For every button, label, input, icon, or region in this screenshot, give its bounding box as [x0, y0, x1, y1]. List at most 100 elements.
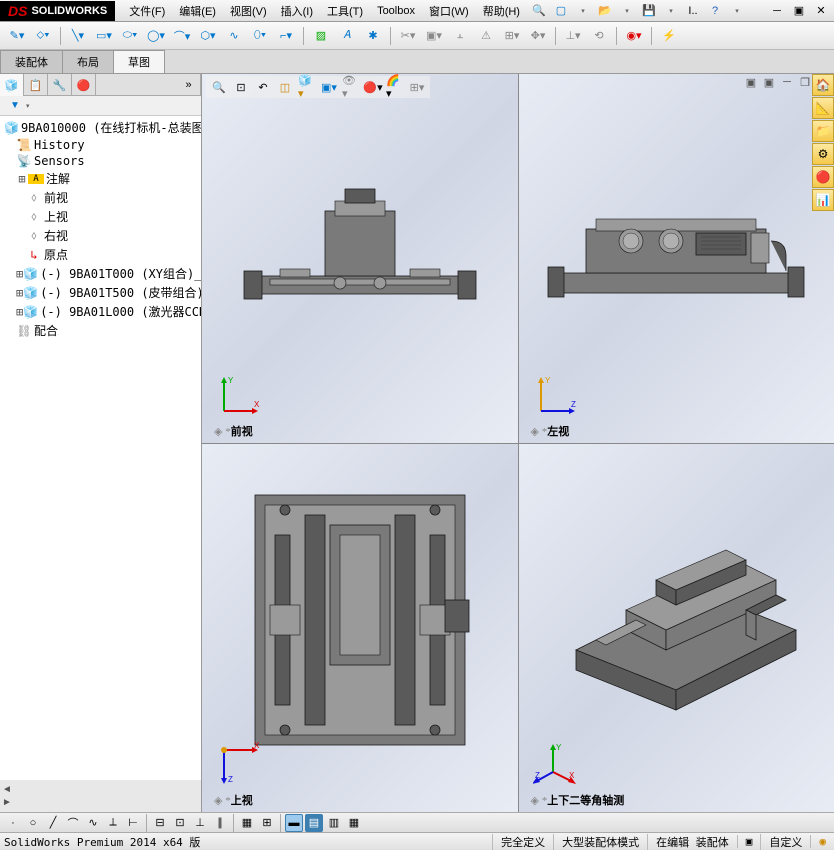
- viewport-top[interactable]: XZ 上视: [202, 444, 518, 813]
- line-icon[interactable]: ╲▾: [67, 25, 89, 47]
- expand-icon[interactable]: ⊞: [16, 305, 23, 319]
- tree-plane-front[interactable]: ⬨ 前视: [2, 188, 199, 207]
- plane-icon[interactable]: ▨: [310, 25, 332, 47]
- tree-root[interactable]: 🧊 9BA010000 (在线打标机-总装图): [2, 118, 199, 137]
- view-orient-icon[interactable]: 🧊▾: [298, 78, 316, 96]
- new-doc-icon[interactable]: ▢: [554, 4, 568, 17]
- mirror-icon[interactable]: ⚠: [475, 25, 497, 47]
- minimize-button[interactable]: ─: [770, 5, 784, 17]
- line-tool-icon[interactable]: ╱: [44, 814, 62, 832]
- text-icon[interactable]: 𝐴: [336, 25, 358, 47]
- tree-origin[interactable]: ↳ 原点: [2, 245, 199, 264]
- tree-mates[interactable]: ⛓ 配合: [2, 321, 199, 340]
- menu-file[interactable]: 文件(F): [123, 1, 171, 21]
- status-unit-toggle[interactable]: ▣: [737, 835, 761, 848]
- side-tabs-overflow[interactable]: »: [177, 74, 201, 96]
- arrow-right-icon[interactable]: ►: [2, 797, 199, 808]
- close-button[interactable]: ✕: [814, 4, 828, 17]
- ellipse-icon[interactable]: ⬯▾: [249, 25, 271, 47]
- viewport-single-icon[interactable]: ▬: [285, 814, 303, 832]
- perp-tool-icon[interactable]: ⊥: [191, 814, 209, 832]
- arc-icon[interactable]: ⌒▾: [171, 25, 193, 47]
- menu-toolbox[interactable]: Toolbox: [371, 3, 421, 19]
- taskpane-home-icon[interactable]: 🏠: [812, 74, 834, 96]
- tree-annotations[interactable]: ⊞ A 注解: [2, 169, 199, 188]
- viewport-left[interactable]: YZ 左视: [519, 74, 834, 443]
- mdi-icon2[interactable]: ▣: [762, 76, 776, 89]
- print-icon[interactable]: I..: [686, 5, 700, 17]
- zoom-fit-icon[interactable]: 🔍: [210, 78, 228, 96]
- help-icon[interactable]: ?: [708, 5, 722, 17]
- menu-tools[interactable]: 工具(T): [321, 1, 369, 21]
- appearance-icon[interactable]: 🔴▾: [364, 78, 382, 96]
- tree-sensors[interactable]: 📡 Sensors: [2, 153, 199, 169]
- circle-tool-icon[interactable]: ○: [24, 814, 42, 832]
- mdi-minimize[interactable]: ─: [780, 76, 794, 89]
- config-tab-icon[interactable]: 🔧: [48, 74, 72, 96]
- menu-window[interactable]: 窗口(W): [423, 1, 475, 21]
- trim-icon[interactable]: ✂▾: [397, 25, 419, 47]
- feature-tree-tab-icon[interactable]: 🧊: [0, 74, 24, 96]
- taskpane-design-icon[interactable]: 📐: [812, 97, 834, 119]
- tree-subasm-3[interactable]: ⊞ 🧊 (-) 9BA01L000 (激光器CCD组: [2, 302, 199, 321]
- polygon-icon[interactable]: ⬡▾: [197, 25, 219, 47]
- open-icon[interactable]: 📂: [598, 4, 612, 17]
- relation-icon[interactable]: ⊥▾: [562, 25, 584, 47]
- rapid-sketch-icon[interactable]: ⚡: [658, 25, 680, 47]
- arrow-left-icon[interactable]: ◄: [2, 784, 199, 795]
- midpoint-tool-icon[interactable]: ⊢: [124, 814, 142, 832]
- settings-icon[interactable]: ⊞▾: [408, 78, 426, 96]
- pattern-icon[interactable]: ⊞▾: [501, 25, 523, 47]
- menu-insert[interactable]: 插入(I): [275, 1, 319, 21]
- rect-icon[interactable]: ▭▾: [93, 25, 115, 47]
- fillet-icon[interactable]: ⌐▾: [275, 25, 297, 47]
- tree-history[interactable]: 📜 History: [2, 137, 199, 153]
- snap-tool-icon[interactable]: ⊞: [258, 814, 276, 832]
- status-custom[interactable]: 自定义: [760, 834, 810, 850]
- grid-tool-icon[interactable]: ▦: [238, 814, 256, 832]
- tree-subasm-1[interactable]: ⊞ 🧊 (-) 9BA01T000 (XY组合)_预: [2, 264, 199, 283]
- mdi-restore[interactable]: ❐: [798, 76, 812, 89]
- search-icon[interactable]: 🔍: [528, 0, 550, 22]
- viewport-4-icon[interactable]: ▦: [345, 814, 363, 832]
- tab-layout[interactable]: 布局: [62, 50, 114, 73]
- arc-tool-icon[interactable]: ⌒: [64, 814, 82, 832]
- zoom-area-icon[interactable]: ⊡: [232, 78, 250, 96]
- point-icon[interactable]: ✱: [362, 25, 384, 47]
- section-icon[interactable]: ◫: [276, 78, 294, 96]
- taskpane-custom-icon[interactable]: 📊: [812, 189, 834, 211]
- tree-subasm-2[interactable]: ⊞ 🧊 (-) 9BA01T500 (皮带组合)_: [2, 283, 199, 302]
- expand-icon[interactable]: ⊞: [16, 286, 23, 300]
- save-icon[interactable]: 💾: [642, 4, 656, 17]
- display-style-icon[interactable]: ▣▾: [320, 78, 338, 96]
- offset-icon[interactable]: ⫠: [449, 25, 471, 47]
- feature-tree[interactable]: 🧊 9BA010000 (在线打标机-总装图) 📜 History 📡 Sens…: [0, 116, 201, 780]
- tab-sketch[interactable]: 草图: [113, 50, 165, 73]
- appearance-tab-icon[interactable]: 🔴: [72, 74, 96, 96]
- circle-icon[interactable]: ◯▾: [145, 25, 167, 47]
- prev-view-icon[interactable]: ↶: [254, 78, 272, 96]
- expand-icon[interactable]: ⊞: [16, 172, 28, 186]
- menu-help[interactable]: 帮助(H): [477, 1, 526, 21]
- menu-edit[interactable]: 编辑(E): [173, 1, 222, 21]
- taskpane-file-icon[interactable]: 📁: [812, 120, 834, 142]
- tab-assembly[interactable]: 装配体: [0, 50, 63, 73]
- viewport-front[interactable]: YX 前视: [202, 74, 518, 443]
- viewport-2h-icon[interactable]: ▤: [305, 814, 323, 832]
- vert-tool-icon[interactable]: ⊡: [171, 814, 189, 832]
- convert-icon[interactable]: ▣▾: [423, 25, 445, 47]
- maximize-button[interactable]: ▣: [792, 4, 806, 17]
- point-tool-icon[interactable]: ·: [4, 814, 22, 832]
- hide-show-icon[interactable]: 👁▾: [342, 78, 360, 96]
- slot-icon[interactable]: ⬭▾: [119, 25, 141, 47]
- menu-view[interactable]: 视图(V): [224, 1, 273, 21]
- tree-plane-top[interactable]: ⬨ 上视: [2, 207, 199, 226]
- taskpane-view-icon[interactable]: ⚙: [812, 143, 834, 165]
- status-rebuild-icon[interactable]: ◉: [810, 835, 834, 848]
- tangent-tool-icon[interactable]: ⟂: [104, 814, 122, 832]
- tree-plane-right[interactable]: ⬨ 右视: [2, 226, 199, 245]
- expand-icon[interactable]: ⊞: [16, 267, 23, 281]
- quick-snap-icon[interactable]: ◉▾: [623, 25, 645, 47]
- move-icon[interactable]: ✥▾: [527, 25, 549, 47]
- property-tab-icon[interactable]: 📋: [24, 74, 48, 96]
